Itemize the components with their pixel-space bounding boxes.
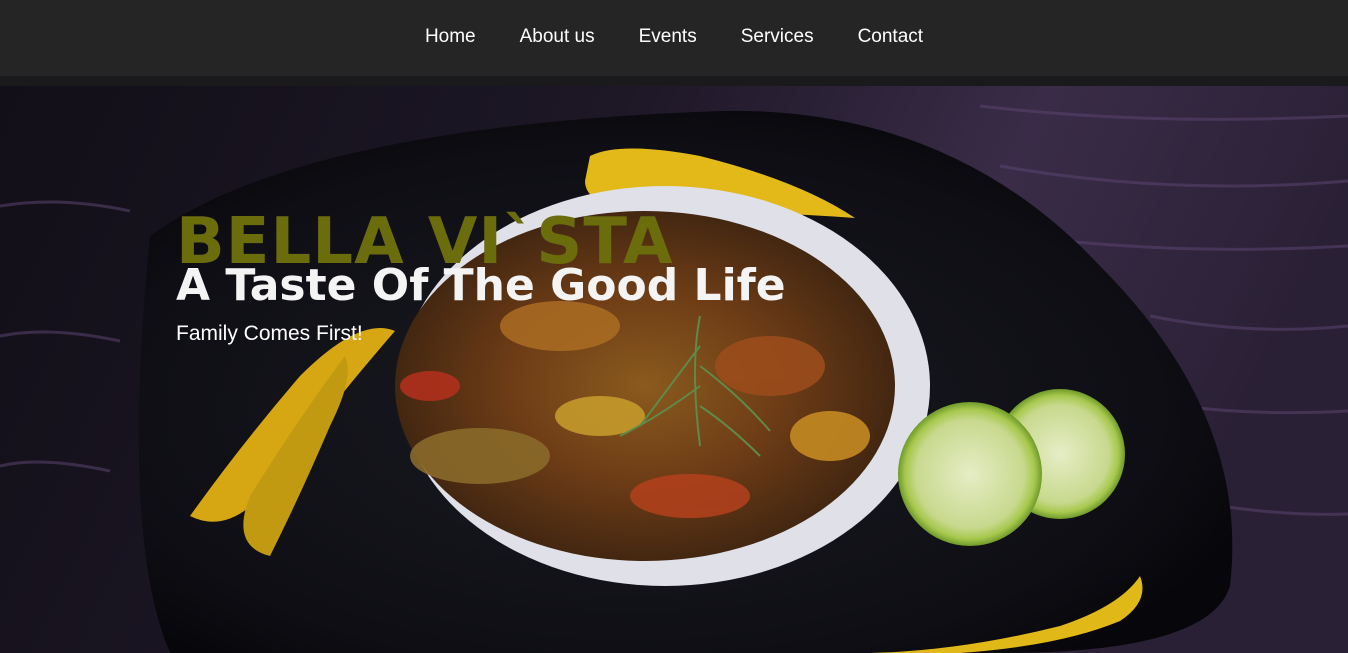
hero-section: BELLA VI`STA A Taste Of The Good Life Fa… xyxy=(0,86,1348,653)
nav-link-home[interactable]: Home xyxy=(425,26,476,48)
nav-link-events[interactable]: Events xyxy=(639,26,697,48)
nav-link-contact[interactable]: Contact xyxy=(858,26,923,48)
hero-tagline: A Taste Of The Good Life xyxy=(176,260,786,311)
nav-divider xyxy=(0,76,1348,86)
nav-link-about-us[interactable]: About us xyxy=(520,26,595,48)
nav-link-services[interactable]: Services xyxy=(741,26,814,48)
hero-food-image xyxy=(0,86,1348,653)
top-navigation: Home About us Events Services Contact xyxy=(0,0,1348,76)
hero-subtagline: Family Comes First! xyxy=(176,322,363,345)
